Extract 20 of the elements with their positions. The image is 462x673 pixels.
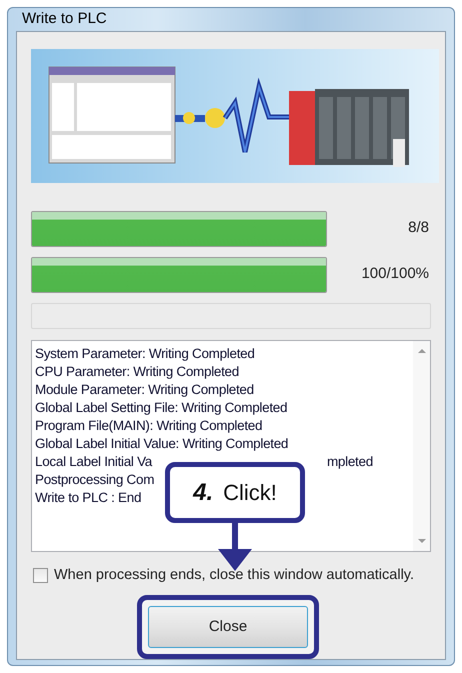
checkbox[interactable] xyxy=(33,568,48,583)
log-line: Postprocessing Com xyxy=(35,470,154,488)
callout-text: Click! xyxy=(223,479,277,507)
progress-reading: 8/8 xyxy=(408,218,430,238)
log-line: mpleted xyxy=(326,452,373,470)
log-line: Global Label Initial Value: Writing Completed xyxy=(35,434,288,452)
log-line: Local Label Initial Va xyxy=(35,452,152,470)
close-button[interactable]: Close xyxy=(148,606,308,648)
log-line: Write to PLC : End xyxy=(35,488,142,506)
log-line: CPU Parameter: Writing Completed xyxy=(35,362,239,380)
window-title: Write to PLC xyxy=(21,9,108,29)
log-line: Global Label Setting File: Writing Completed xyxy=(35,398,288,416)
step-number: 4. xyxy=(193,478,214,508)
scroll-down-icon[interactable] xyxy=(418,538,426,542)
log-line: Program File(MAIN): Writing Completed xyxy=(35,416,262,434)
scroll-up-icon[interactable] xyxy=(418,348,426,352)
log-line: Module Parameter: Writing Completed xyxy=(35,380,254,398)
log-line: System Parameter: Writing Completed xyxy=(35,344,255,362)
checkbox-label: When processing ends, close this window automatically. xyxy=(54,566,414,584)
progress-reading: 100/100% xyxy=(361,264,430,284)
